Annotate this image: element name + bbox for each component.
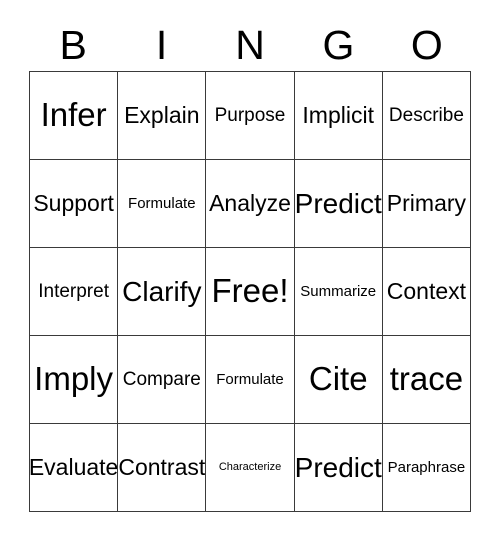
bingo-cell-label: Paraphrase: [387, 458, 466, 476]
bingo-cell-label: Purpose: [214, 104, 286, 126]
bingo-cell[interactable]: Purpose: [206, 72, 295, 160]
bingo-row: Infer Explain Purpose Implicit Describe: [30, 72, 472, 160]
bingo-cell[interactable]: Formulate: [206, 336, 295, 424]
bingo-cell-label: Context: [386, 278, 467, 305]
bingo-cell-label: Implicit: [302, 102, 374, 129]
bingo-row: Evaluate Contrast Characterize Predict P…: [30, 424, 472, 512]
bingo-cell-label: Contrast: [118, 454, 206, 481]
bingo-cell[interactable]: Cite: [294, 336, 383, 424]
bingo-grid: Infer Explain Purpose Implicit Describe …: [29, 71, 472, 512]
bingo-row: Imply Compare Formulate Cite trace: [30, 336, 472, 424]
header-letter-o: O: [410, 22, 443, 68]
bingo-cell[interactable]: trace: [382, 336, 472, 424]
bingo-cell-label: Analyze: [209, 190, 291, 217]
bingo-row: Support Formulate Analyze Predict Primar…: [30, 160, 472, 248]
bingo-cell-label: Evaluate: [30, 454, 119, 481]
bingo-cell[interactable]: Summarize: [294, 248, 383, 336]
bingo-header-row: B I N G O: [29, 20, 471, 71]
bingo-cell[interactable]: Primary: [382, 160, 472, 248]
bingo-cell[interactable]: Formulate: [118, 160, 207, 248]
header-letter-b: B: [59, 22, 87, 68]
bingo-cell-label: Support: [33, 190, 114, 217]
bingo-cell-label: Primary: [386, 190, 467, 217]
bingo-cell-label: Describe: [388, 104, 464, 126]
bingo-cell[interactable]: Paraphrase: [382, 424, 472, 512]
bingo-cell[interactable]: Contrast: [118, 424, 207, 512]
bingo-cell-label: Predict: [294, 187, 382, 219]
bingo-cell-free[interactable]: Free!: [206, 248, 295, 336]
bingo-cell[interactable]: Infer: [30, 72, 119, 160]
bingo-cell-label: Explain: [124, 102, 200, 129]
bingo-cell-label: trace: [389, 360, 464, 398]
bingo-cell[interactable]: Compare: [118, 336, 207, 424]
bingo-cell[interactable]: Support: [30, 160, 119, 248]
bingo-cell[interactable]: Characterize: [206, 424, 295, 512]
header-letter-g: G: [322, 22, 355, 68]
bingo-cell-label: Interpret: [38, 280, 109, 302]
bingo-cell[interactable]: Clarify: [118, 248, 207, 336]
bingo-cell-label: Infer: [40, 96, 107, 134]
bingo-row: Interpret Clarify Free! Summarize Contex…: [30, 248, 472, 336]
bingo-cell[interactable]: Context: [382, 248, 472, 336]
bingo-cell-label: Formulate: [216, 370, 284, 388]
header-letter-n: N: [235, 22, 265, 68]
bingo-cell[interactable]: Interpret: [30, 248, 119, 336]
bingo-cell[interactable]: Predict: [294, 160, 383, 248]
bingo-cell[interactable]: Explain: [118, 72, 207, 160]
bingo-cell-label: Clarify: [122, 275, 202, 307]
bingo-cell-label: Cite: [308, 360, 368, 398]
bingo-cell-label: Summarize: [300, 282, 377, 300]
bingo-cell[interactable]: Implicit: [294, 72, 383, 160]
bingo-cell-label: Formulate: [128, 194, 196, 212]
header-letter-i: I: [155, 22, 168, 68]
bingo-cell-label: Predict: [294, 451, 382, 483]
bingo-cell-label: Characterize: [218, 460, 282, 473]
bingo-cell[interactable]: Describe: [382, 72, 472, 160]
bingo-cell[interactable]: Predict: [294, 424, 383, 512]
bingo-cell[interactable]: Imply: [30, 336, 119, 424]
bingo-cell-label: Free!: [211, 272, 289, 310]
bingo-cell-label: Imply: [34, 360, 114, 398]
bingo-cell-label: Compare: [122, 368, 201, 390]
bingo-cell[interactable]: Analyze: [206, 160, 295, 248]
bingo-cell[interactable]: Evaluate: [30, 424, 119, 512]
bingo-card: B I N G O Infer Explain Purpose Implicit…: [29, 20, 472, 512]
